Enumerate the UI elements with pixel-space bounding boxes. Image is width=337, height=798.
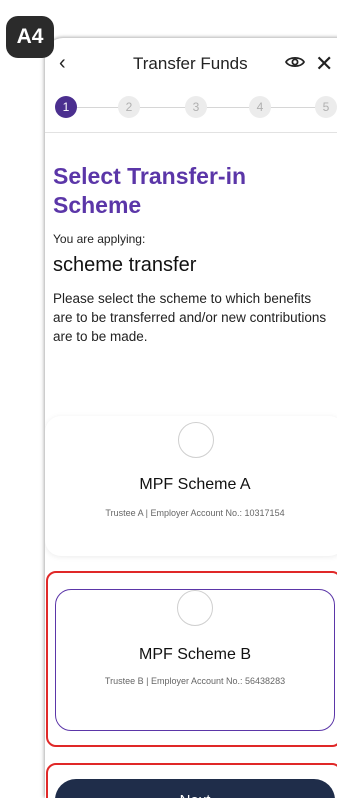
scheme-b-radio[interactable]: [177, 590, 213, 626]
scheme-a-account-no: 10317154: [244, 508, 285, 518]
step-2: 2: [118, 96, 140, 118]
scheme-b-trustee: Trustee B: [104, 676, 144, 686]
section-heading: Select Transfer-in Scheme: [53, 163, 247, 218]
scheme-a-radio[interactable]: [178, 422, 214, 458]
step-3: 3: [185, 96, 207, 118]
scheme-b-account-label: | Employer Account No.:: [146, 676, 243, 686]
scheme-a-details: Trustee A | Employer Account No.: 103171…: [45, 508, 337, 518]
scheme-card-a[interactable]: MPF Scheme A Trustee A | Employer Accoun…: [45, 416, 337, 556]
applying-label: You are applying:: [53, 232, 146, 246]
scheme-a-trustee: Trustee A: [105, 508, 144, 518]
instruction-text: Please select the scheme to which benefi…: [53, 291, 327, 344]
step-4: 4: [249, 96, 271, 118]
phone-screen: ‹ Transfer Funds ✕ 1 2 3 4 5 Select Tran…: [45, 38, 337, 798]
chevron-left-icon[interactable]: ‹: [59, 52, 66, 75]
header-divider: [45, 132, 337, 133]
applying-value: scheme transfer: [53, 254, 197, 276]
progress-stepper: 1 2 3 4 5: [45, 92, 337, 124]
scheme-card-b[interactable]: MPF Scheme B Trustee B | Employer Accoun…: [55, 589, 335, 731]
scheme-b-account-no: 56438283: [245, 676, 286, 686]
eye-icon[interactable]: [284, 55, 306, 74]
step-1: 1: [55, 96, 77, 118]
scheme-a-account-label: | Employer Account No.:: [145, 508, 243, 518]
scheme-a-name: MPF Scheme A: [139, 476, 251, 493]
page-title: Transfer Funds: [133, 54, 248, 73]
scheme-b-details: Trustee B | Employer Account No.: 564382…: [56, 676, 334, 686]
step-badge: A4: [6, 16, 54, 58]
close-icon[interactable]: ✕: [315, 51, 333, 77]
scheme-b-name: MPF Scheme B: [138, 646, 252, 663]
step-5: 5: [315, 96, 337, 118]
next-button[interactable]: Next: [55, 779, 335, 798]
header-bar: ‹ Transfer Funds ✕: [45, 38, 337, 90]
